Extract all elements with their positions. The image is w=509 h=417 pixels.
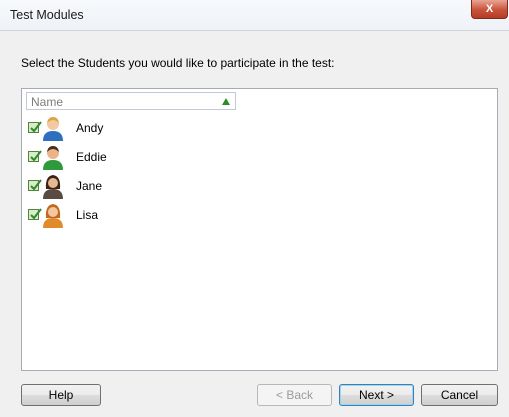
male-green-avatar-icon [43,146,63,170]
student-name: Eddie [76,150,107,164]
close-button[interactable]: X [471,0,508,19]
male-blue-avatar-icon [43,117,63,141]
checkmark-icon [30,208,42,220]
instruction-text: Select the Students you would like to pa… [21,56,335,70]
sort-ascending-icon [222,98,230,105]
student-name: Jane [76,179,103,193]
female-orange-avatar-icon [43,204,63,228]
list-item[interactable]: Andy [26,115,226,141]
checkmark-icon [30,121,42,133]
help-button[interactable]: Help [21,384,101,406]
list-item[interactable]: Eddie [26,144,226,170]
student-name: Lisa [76,208,99,222]
student-checkbox[interactable] [28,179,42,191]
female-dark-avatar-icon [43,175,63,199]
window-title: Test Modules [10,8,84,22]
list-item[interactable]: Lisa [26,202,226,228]
next-button[interactable]: Next > [339,384,414,406]
student-checkbox[interactable] [28,150,42,162]
student-checkbox[interactable] [28,208,42,220]
title-bar: Test Modules X [0,0,509,31]
student-checkbox[interactable] [28,121,42,133]
column-header-name[interactable]: Name [26,92,236,110]
column-header-label: Name [31,95,64,109]
close-icon: X [485,3,494,15]
students-list[interactable]: Name Andy Eddie Jane Lisa [21,88,498,371]
student-name: Andy [76,121,104,135]
checkmark-icon [30,179,42,191]
back-button[interactable]: < Back [257,384,332,406]
list-item[interactable]: Jane [26,173,226,199]
cancel-button[interactable]: Cancel [421,384,498,406]
checkmark-icon [30,150,42,162]
